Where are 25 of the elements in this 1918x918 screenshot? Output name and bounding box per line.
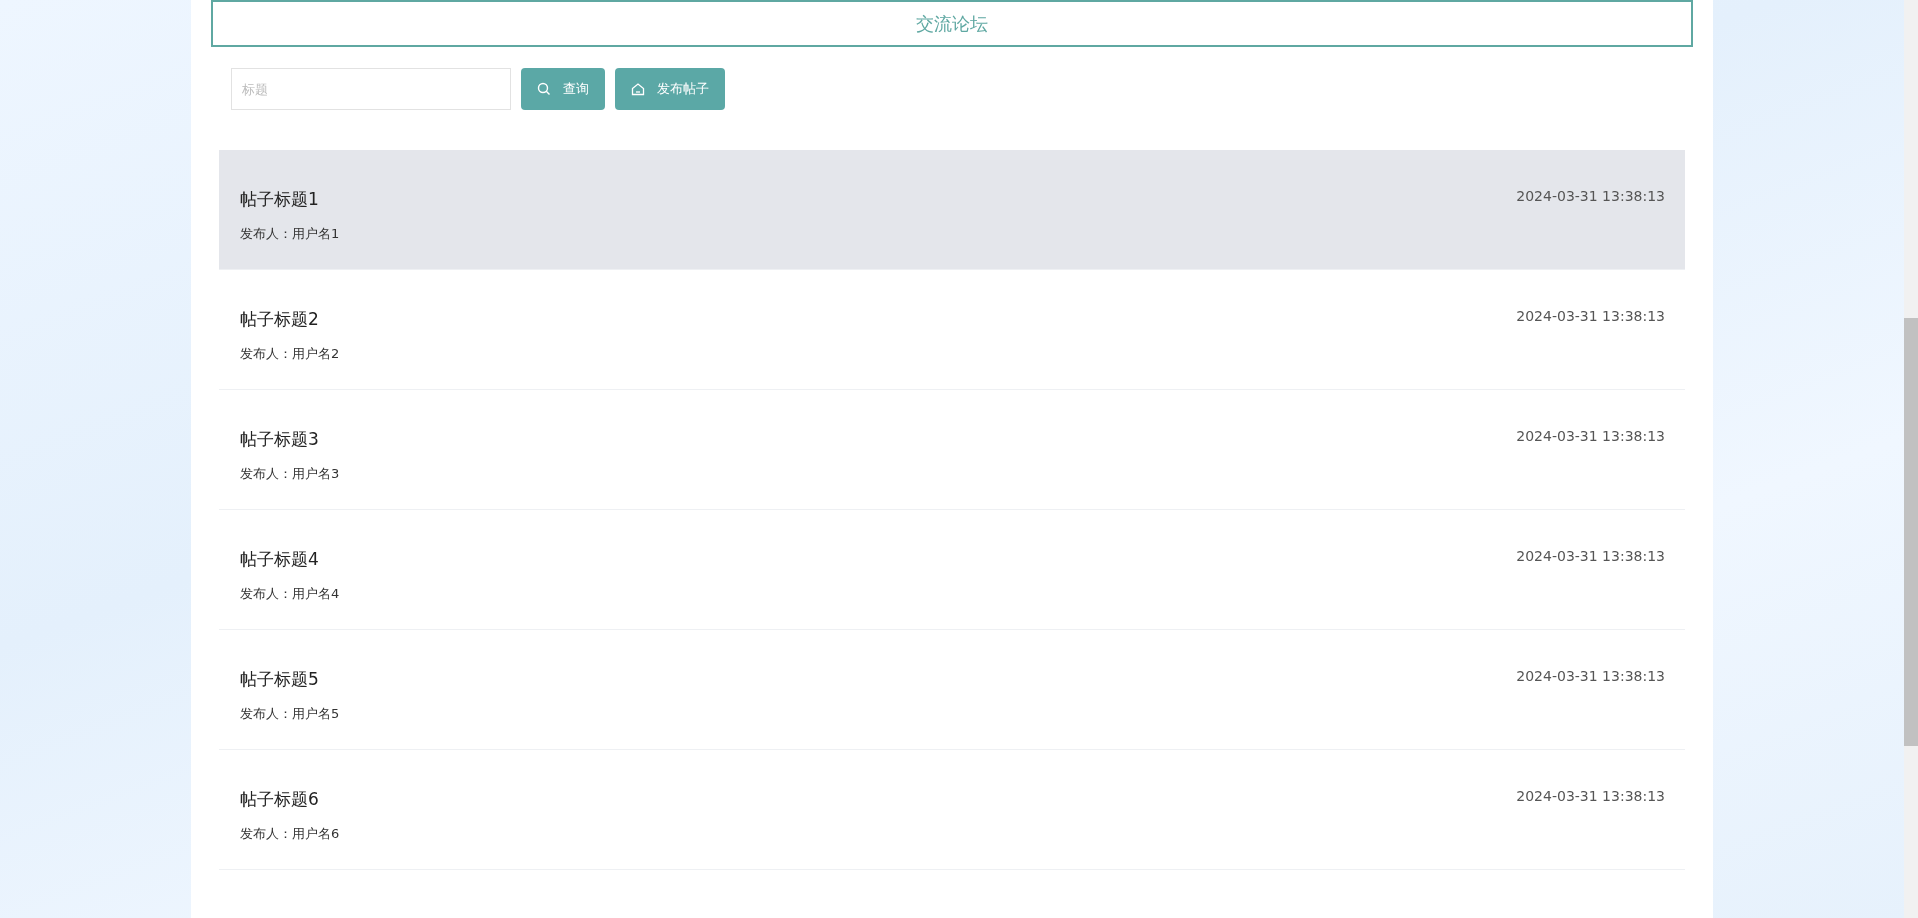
post-author: 发布人：用户名5	[240, 705, 340, 723]
post-time: 2024-03-31 13:38:13	[1516, 188, 1665, 206]
post-author: 发布人：用户名2	[240, 345, 340, 363]
post-time: 2024-03-31 13:38:13	[1516, 788, 1665, 806]
search-field[interactable]: 标题	[231, 68, 511, 110]
search-icon	[537, 82, 551, 96]
post-title: 帖子标题1	[240, 188, 320, 211]
post-author: 发布人：用户名4	[240, 585, 340, 603]
post-author: 发布人：用户名1	[240, 225, 340, 243]
post-time: 2024-03-31 13:38:13	[1516, 308, 1665, 326]
post-time: 2024-03-31 13:38:13	[1516, 548, 1665, 566]
page-title: 交流论坛	[916, 11, 988, 36]
post-title: 帖子标题4	[240, 548, 320, 571]
post-time: 2024-03-31 13:38:13	[1516, 428, 1665, 446]
post-title: 帖子标题2	[240, 308, 320, 331]
post-row[interactable]: 帖子标题1 发布人：用户名1 2024-03-31 13:38:13	[219, 150, 1685, 270]
home-icon	[631, 82, 645, 96]
post-title: 帖子标题6	[240, 788, 320, 811]
post-time: 2024-03-31 13:38:13	[1516, 668, 1665, 686]
scrollbar-thumb[interactable]	[1904, 318, 1918, 746]
post-title: 帖子标题5	[240, 668, 320, 691]
scrollbar[interactable]	[1904, 0, 1918, 918]
post-author: 发布人：用户名6	[240, 825, 340, 843]
post-title: 帖子标题3	[240, 428, 320, 451]
post-author: 发布人：用户名3	[240, 465, 340, 483]
